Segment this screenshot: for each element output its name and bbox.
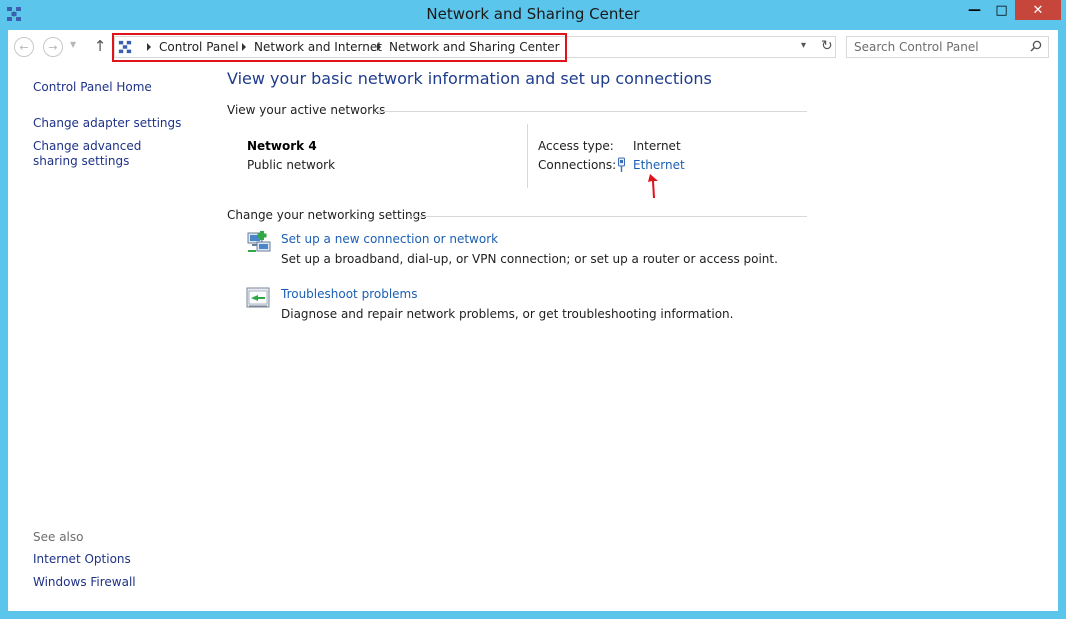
forward-button[interactable]: → bbox=[43, 37, 63, 57]
search-input[interactable]: Search Control Panel bbox=[846, 36, 1049, 58]
troubleshoot-problems-description: Diagnose and repair network problems, or… bbox=[281, 307, 734, 321]
ethernet-icon bbox=[618, 157, 625, 172]
back-arrow-icon: ← bbox=[19, 40, 29, 54]
forward-arrow-icon: → bbox=[48, 40, 58, 54]
connections-label: Connections: bbox=[538, 158, 617, 172]
window-client-area: ← → ▼ ↑ Control Panel Network and Intern… bbox=[8, 30, 1058, 611]
sidebar-internet-options[interactable]: Internet Options bbox=[33, 552, 131, 566]
sidebar-windows-firewall[interactable]: Windows Firewall bbox=[33, 575, 136, 589]
close-button[interactable]: ✕ bbox=[1015, 0, 1061, 20]
title-bar[interactable]: Network and Sharing Center — □ ✕ bbox=[0, 0, 1066, 28]
annotation-arrow-icon bbox=[648, 174, 658, 198]
window-frame: Network and Sharing Center — □ ✕ ← → ▼ ↑… bbox=[0, 0, 1066, 619]
troubleshoot-problems-link[interactable]: Troubleshoot problems bbox=[281, 287, 417, 301]
section-divider bbox=[376, 111, 807, 112]
setup-new-connection-link[interactable]: Set up a new connection or network bbox=[281, 232, 498, 246]
chevron-down-icon: ▼ bbox=[70, 40, 77, 49]
search-icon bbox=[1030, 40, 1042, 52]
recent-locations-button[interactable]: ▼ bbox=[70, 40, 80, 52]
close-icon: ✕ bbox=[1032, 2, 1044, 18]
see-also-label: See also bbox=[33, 530, 84, 544]
network-type[interactable]: Public network bbox=[247, 158, 335, 172]
maximize-icon: □ bbox=[995, 2, 1008, 18]
address-dropdown-button[interactable]: ▾ bbox=[801, 40, 806, 51]
minimize-icon: — bbox=[968, 2, 981, 18]
annotation-highlight-box bbox=[112, 33, 567, 62]
back-button[interactable]: ← bbox=[14, 37, 34, 57]
sidebar-change-advanced-sharing-settings[interactable]: Change advanced sharing settings bbox=[33, 139, 183, 169]
search-placeholder: Search Control Panel bbox=[854, 40, 979, 54]
setup-new-connection-description: Set up a broadband, dial-up, or VPN conn… bbox=[281, 252, 778, 266]
network-setup-icon bbox=[247, 231, 271, 252]
minimize-button[interactable]: — bbox=[961, 0, 988, 20]
access-type-value: Internet bbox=[633, 139, 681, 153]
access-type-label: Access type: bbox=[538, 139, 614, 153]
up-button[interactable]: ↑ bbox=[92, 37, 108, 57]
sidebar-change-adapter-settings[interactable]: Change adapter settings bbox=[33, 116, 181, 130]
change-settings-label: Change your networking settings bbox=[227, 208, 427, 222]
window-title: Network and Sharing Center bbox=[426, 5, 640, 23]
section-divider bbox=[408, 216, 807, 217]
network-name: Network 4 bbox=[247, 139, 317, 153]
refresh-icon: ↻ bbox=[821, 38, 833, 54]
network-divider bbox=[527, 124, 528, 188]
chevron-down-icon: ▾ bbox=[801, 40, 807, 51]
page-title: View your basic network information and … bbox=[227, 69, 712, 88]
up-arrow-icon: ↑ bbox=[93, 37, 107, 55]
troubleshoot-icon bbox=[246, 287, 270, 308]
refresh-button[interactable]: ↻ bbox=[821, 38, 833, 54]
ethernet-connection-link[interactable]: Ethernet bbox=[633, 158, 685, 172]
active-networks-label: View your active networks bbox=[227, 103, 386, 117]
maximize-button[interactable]: □ bbox=[988, 0, 1015, 20]
sidebar-control-panel-home[interactable]: Control Panel Home bbox=[33, 80, 152, 94]
navigation-bar: ← → ▼ ↑ Control Panel Network and Intern… bbox=[8, 30, 1058, 64]
